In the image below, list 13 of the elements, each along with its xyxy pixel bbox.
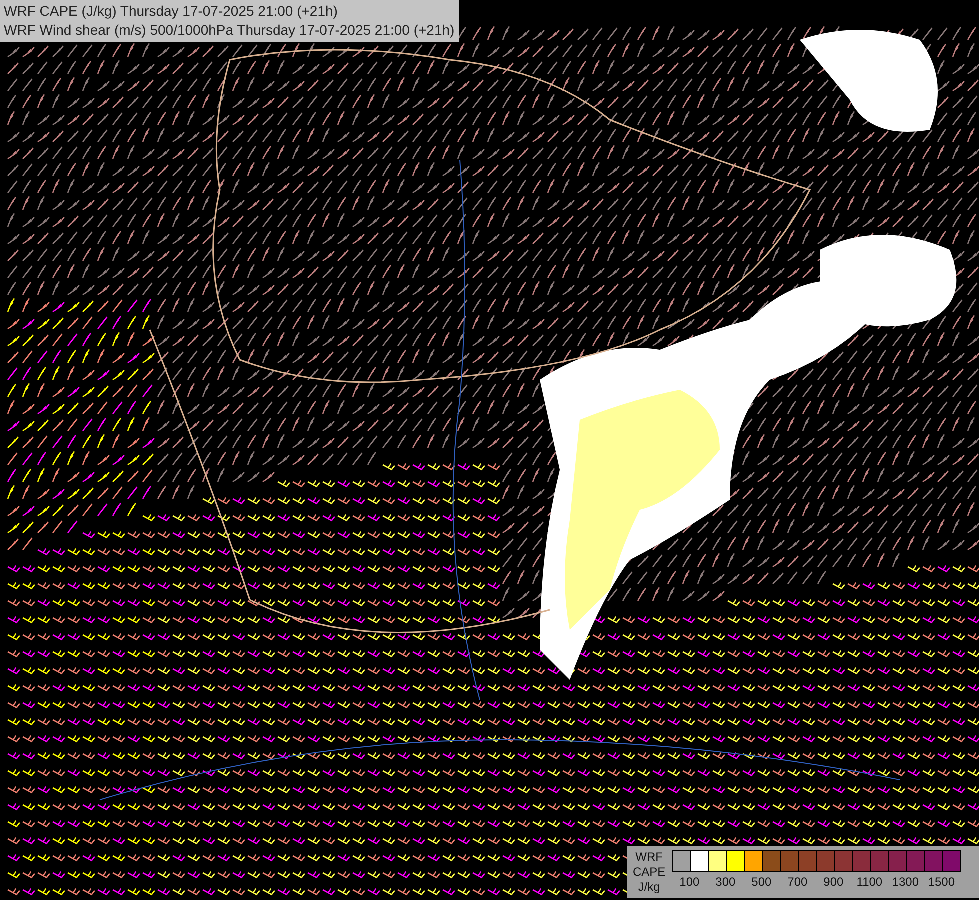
scale-tick-label: 100 <box>678 874 701 890</box>
legend-label: J/kg <box>638 880 660 895</box>
legend-label: WRF <box>636 850 663 865</box>
scale-tick-label: 500 <box>750 874 773 890</box>
scale-tick-label: 300 <box>714 874 737 890</box>
scale-tick-label: 700 <box>786 874 809 890</box>
scale-tick-label: 1300 <box>891 874 920 890</box>
map-title: WRF CAPE (J/kg) Thursday 17-07-2025 21:00 (+21h) <box>4 2 339 20</box>
scale-tick-label: 1500 <box>927 874 956 890</box>
map-title: WRF Wind shear (m/s) 500/1000hPa Thursday 17-07-2025 21:00 (+21h) <box>4 21 455 39</box>
scale-tick-label: 900 <box>822 874 845 890</box>
legend-label: CAPE <box>633 865 666 880</box>
scale-tick-label: 1100 <box>856 874 884 890</box>
